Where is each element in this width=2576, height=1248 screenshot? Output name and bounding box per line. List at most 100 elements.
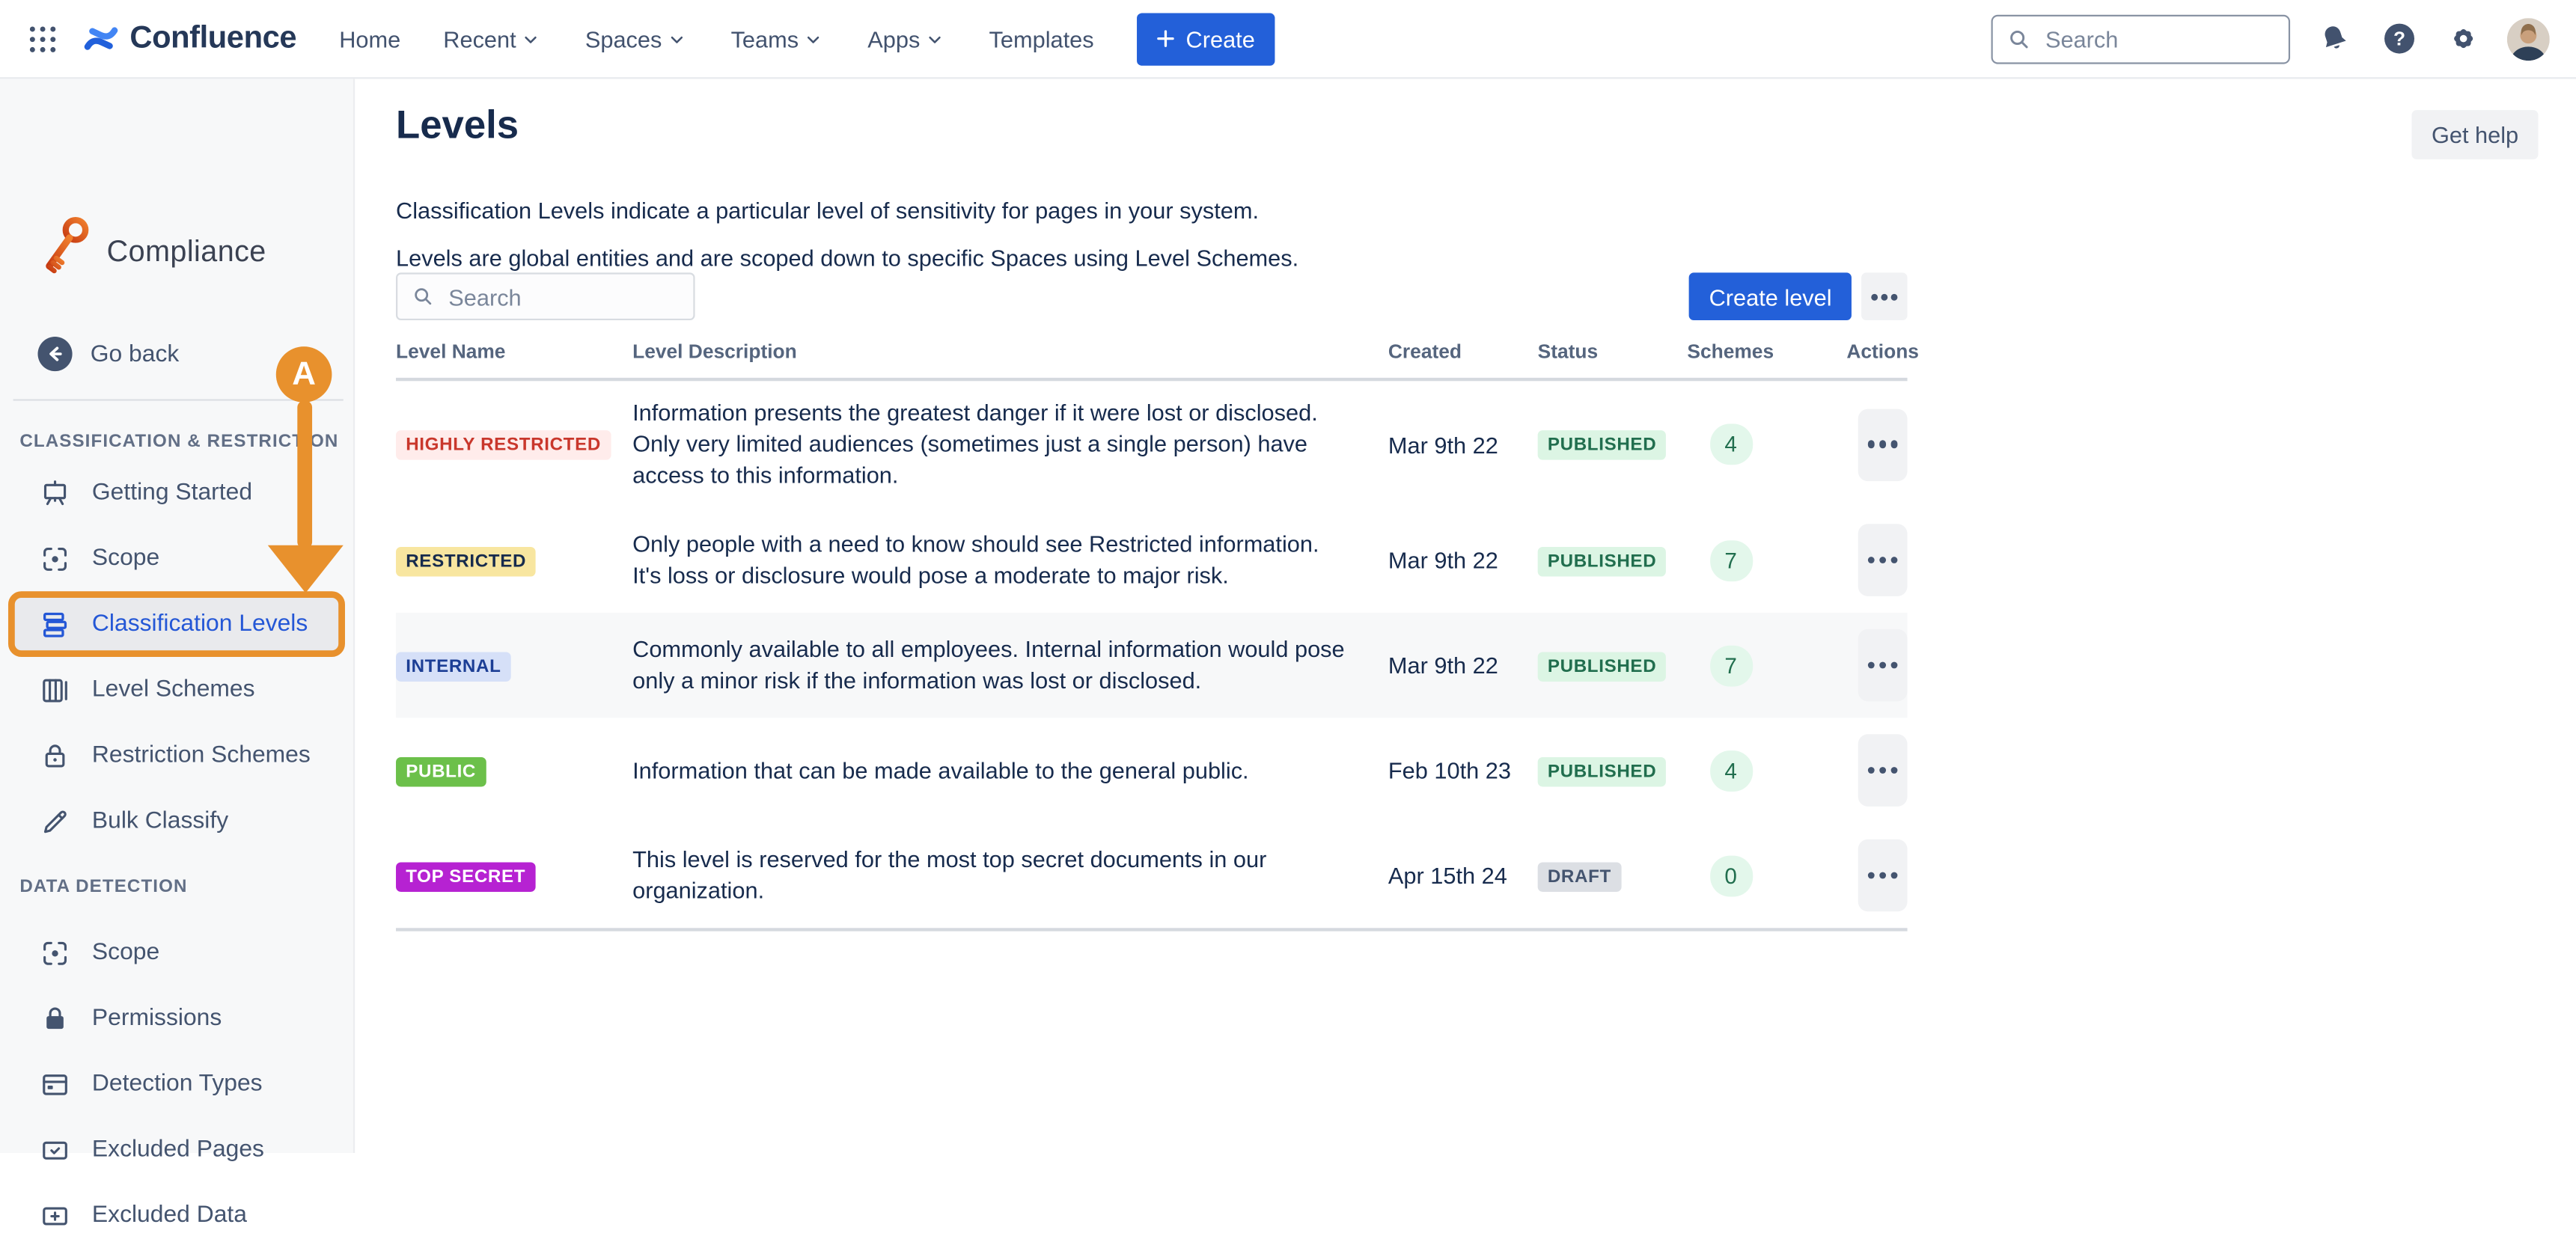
notifications-bell-icon[interactable] [2315,19,2354,58]
chevron-down-icon [802,27,825,50]
lock-filled-icon [40,1003,71,1034]
row-actions-button[interactable] [1858,629,1908,702]
help-icon[interactable]: ? [2379,19,2419,58]
lock-outline-icon [40,740,71,771]
global-search-input[interactable] [2042,24,2276,54]
table-row-highly-restricted: HIGHLY RESTRICTED Information presents t… [396,381,1908,507]
intro-line-1: Classification Levels indicate a particu… [396,197,1259,223]
stack-icon [40,608,71,640]
get-help-button[interactable]: Get help [2412,110,2539,159]
search-icon [411,284,436,309]
settings-gear-icon[interactable] [2443,19,2482,58]
levels-search-input[interactable] [445,281,680,311]
column-header-actions: Actions [1846,339,1907,362]
schemes-count: 4 [1709,423,1752,465]
schemes-count: 0 [1709,855,1752,896]
level-name-badge: INTERNAL [396,651,511,681]
row-actions-button[interactable] [1858,734,1908,807]
confluence-logo[interactable]: Confluence [82,19,296,57]
column-header-created: Created [1388,339,1538,362]
app-name: Compliance [107,234,266,269]
back-arrow-icon [37,337,72,371]
sidebar-item-level-schemes[interactable]: Level Schemes [0,657,353,723]
main-content: Get help Levels Classification Levels in… [355,79,2576,1153]
table-more-options-button[interactable] [1861,272,1907,320]
nav-templates[interactable]: Templates [989,25,1094,52]
scope-icon [40,542,71,574]
sidebar-item-classification-levels[interactable]: Classification Levels [8,591,345,657]
sidebar-item-bulk-classify[interactable]: Bulk Classify [0,789,353,854]
table-row-internal: INTERNAL Commonly available to all emplo… [396,613,1908,718]
table-toolbar: Create level [396,272,1908,320]
schemes-count: 7 [1709,539,1752,581]
pencil-icon [40,806,71,837]
scope-icon [40,937,71,968]
sidebar-item-detection-types[interactable]: Detection Types [0,1051,353,1117]
product-name: Confluence [129,20,296,56]
status-badge: PUBLISHED [1538,756,1667,786]
level-created: Feb 10th 23 [1388,757,1538,783]
app-switcher-icon[interactable] [26,22,59,55]
plus-icon [1153,26,1178,51]
annotation-arrow-head [268,545,344,593]
nav-home[interactable]: Home [339,25,400,52]
sidebar-item-restriction-schemes[interactable]: Restriction Schemes [0,723,353,789]
level-description: Commonly available to all employees. Int… [632,634,1388,696]
level-created: Mar 9th 22 [1388,547,1538,573]
nav-spaces[interactable]: Spaces [585,25,689,52]
row-actions-button[interactable] [1858,839,1908,912]
nav-recent[interactable]: Recent [443,25,542,52]
checkbox-icon [40,1134,71,1166]
column-header-level-name: Level Name [396,339,632,362]
level-name-badge: TOP SECRET [396,861,535,891]
level-description: Only people with a need to know should s… [632,529,1388,591]
user-avatar[interactable] [2507,17,2550,60]
status-badge: DRAFT [1538,861,1621,891]
annotation-marker-a: A [276,346,332,403]
level-created: Mar 9th 22 [1388,652,1538,678]
row-actions-button[interactable] [1858,524,1908,596]
status-badge: PUBLISHED [1538,651,1667,681]
annotation-arrow-stem [297,401,312,549]
application-window: Confluence Home Recent Spaces Teams Apps… [0,0,2576,1153]
level-name-badge: RESTRICTED [396,546,536,576]
row-actions-button[interactable] [1858,408,1908,480]
card-icon [40,1068,71,1100]
nav-teams[interactable]: Teams [731,25,825,52]
column-header-schemes: Schemes [1687,339,1846,362]
intro-line-2: Levels are global entities and are scope… [396,245,1298,271]
nav-apps[interactable]: Apps [867,25,946,52]
level-description: Information presents the greatest danger… [632,397,1388,491]
level-description: Information that can be made available t… [632,755,1388,786]
schemes-count: 7 [1709,645,1752,686]
level-created: Mar 9th 22 [1388,431,1538,457]
schemes-count: 4 [1709,750,1752,791]
status-badge: PUBLISHED [1538,546,1667,576]
global-search[interactable] [1991,14,2291,64]
status-badge: PUBLISHED [1538,430,1667,460]
create-level-button[interactable]: Create level [1689,272,1852,320]
table-row-restricted: RESTRICTED Only people with a need to kn… [396,507,1908,612]
sidebar-item-excluded-data[interactable]: Excluded Data [0,1183,353,1248]
key-icon [36,213,95,289]
sidebar-item-scope-detection[interactable]: Scope [0,920,353,985]
confluence-mark-icon [82,19,120,57]
sidebar-item-permissions[interactable]: Permissions [0,985,353,1051]
level-description: This level is reserved for the most top … [632,844,1388,906]
level-created: Apr 15th 24 [1388,862,1538,888]
go-back-button[interactable]: Go back [37,337,179,371]
page-title: Levels [396,103,519,149]
sidebar-item-excluded-pages[interactable]: Excluded Pages [0,1117,353,1183]
search-icon [2006,25,2032,52]
svg-text:?: ? [2393,27,2405,49]
compliance-app-logo: Compliance [36,213,266,289]
column-header-level-description: Level Description [632,339,1388,362]
table-header-row: Level Name Level Description Created Sta… [396,335,1908,367]
levels-search[interactable] [396,272,695,320]
primary-nav: Home Recent Spaces Teams Apps Templates [339,25,1093,52]
level-name-badge: PUBLIC [396,756,486,786]
table-row-top-secret: TOP SECRET This level is reserved for th… [396,823,1908,928]
create-button[interactable]: Create [1137,12,1275,64]
compliance-sidebar: Compliance Go back CLASSIFICATION & REST… [0,79,355,1153]
plus-box-icon [40,1200,71,1232]
